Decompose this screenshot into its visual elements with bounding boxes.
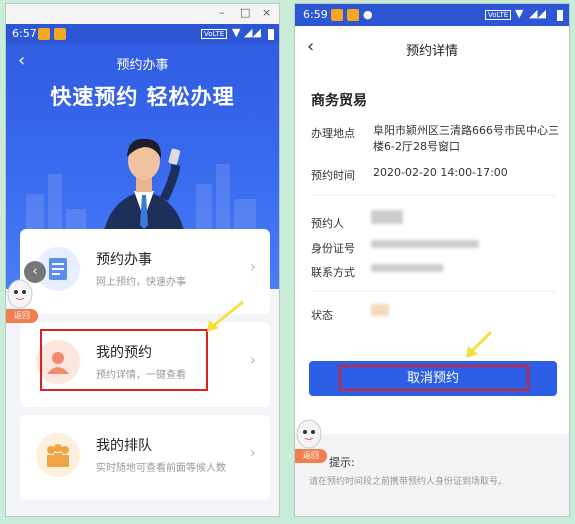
tip-text: 请在预约时间段之前携带预约人身份证到场取号。	[309, 477, 508, 487]
mascot-icon	[296, 419, 322, 449]
volte-badge: VoLTE	[201, 29, 228, 39]
top-navbar: ‹ 预约详情	[295, 36, 569, 60]
battery-icon	[268, 29, 274, 40]
highlight-box	[339, 365, 529, 391]
businessman-illustration	[102, 138, 186, 244]
queue-icon	[36, 433, 80, 477]
card-title: 预约办事	[96, 252, 152, 268]
status-bar: 6:59 ● VoLTE ▼ ◢◢	[295, 4, 569, 26]
signal-icon: ◢◢	[244, 26, 261, 39]
close-button[interactable]: ×	[262, 6, 271, 19]
app-notification-icon	[331, 9, 343, 21]
card-title: 我的排队	[96, 438, 152, 454]
hero-slogan: 快速预约 轻松办理	[50, 85, 235, 109]
return-badge[interactable]: 返回	[295, 449, 327, 463]
redacted-id	[371, 240, 479, 248]
time-label: 预约时间	[311, 169, 355, 182]
signal-icon: ◢◢	[529, 7, 546, 20]
left-phone-window: – □ × 6:57 VoLTE ▼ ◢◢ ‹ 预约办事 快速预约 轻松办理 预…	[5, 3, 280, 517]
right-phone-window: 6:59 ● VoLTE ▼ ◢◢ ‹ 预约详情 商务贸易 办理地点 阜阳市颍州…	[294, 3, 570, 517]
wifi-icon: ▼	[232, 26, 241, 39]
status-bar: 6:57 VoLTE ▼ ◢◢	[6, 24, 279, 44]
tip-section: 提示: 请在预约时间段之前携带预约人身份证到场取号。	[295, 434, 569, 516]
chevron-right-icon: ›	[249, 443, 256, 462]
volte-badge: VoLTE	[485, 10, 512, 20]
status-label: 状态	[311, 309, 333, 322]
divider	[311, 291, 555, 292]
tip-title: 提示:	[329, 456, 355, 469]
top-navbar: ‹ 预约办事	[6, 50, 279, 74]
time-value: 2020-02-20 14:00-17:00	[373, 166, 508, 179]
battery-icon	[557, 10, 563, 21]
card-subtitle: 实时随地可查看前面等候人数	[96, 463, 226, 474]
app-notification-icon	[347, 9, 359, 21]
app-notification-icon	[38, 28, 50, 40]
divider	[311, 195, 555, 196]
page-title: 预约详情	[405, 44, 458, 59]
app-notification-icon	[54, 28, 66, 40]
chevron-right-icon: ›	[249, 350, 256, 369]
chevron-right-icon: ›	[249, 257, 256, 276]
status-time: 6:59	[303, 8, 328, 21]
id-label: 身份证号	[311, 242, 355, 255]
minimize-button[interactable]: –	[219, 6, 225, 19]
contact-label: 联系方式	[311, 266, 355, 279]
redacted-name	[371, 210, 403, 224]
maximize-button[interactable]: □	[240, 6, 250, 19]
pointer-arrow	[466, 330, 493, 358]
location-label: 办理地点	[311, 127, 355, 140]
service-category-title: 商务贸易	[311, 93, 367, 109]
person-label: 预约人	[311, 217, 344, 230]
mascot-icon	[7, 279, 33, 309]
redacted-status	[371, 304, 389, 316]
return-badge[interactable]: 返回	[6, 309, 38, 323]
card-my-queue[interactable]: 我的排队 实时随地可查看前面等候人数 ›	[20, 415, 270, 500]
page-title: 预约办事	[116, 58, 169, 73]
window-titlebar: – □ ×	[6, 4, 279, 24]
wifi-icon: ▼	[515, 7, 524, 20]
location-value: 阜阳市颍州区三清路666号市民中心三楼6-2厅28号窗口	[373, 124, 559, 153]
card-subtitle: 网上预约，快速办事	[96, 277, 186, 288]
chat-icon: ●	[363, 8, 373, 21]
redacted-phone	[371, 264, 443, 272]
highlight-box	[40, 329, 208, 391]
pointer-arrow	[207, 300, 244, 332]
status-time: 6:57	[12, 27, 37, 40]
